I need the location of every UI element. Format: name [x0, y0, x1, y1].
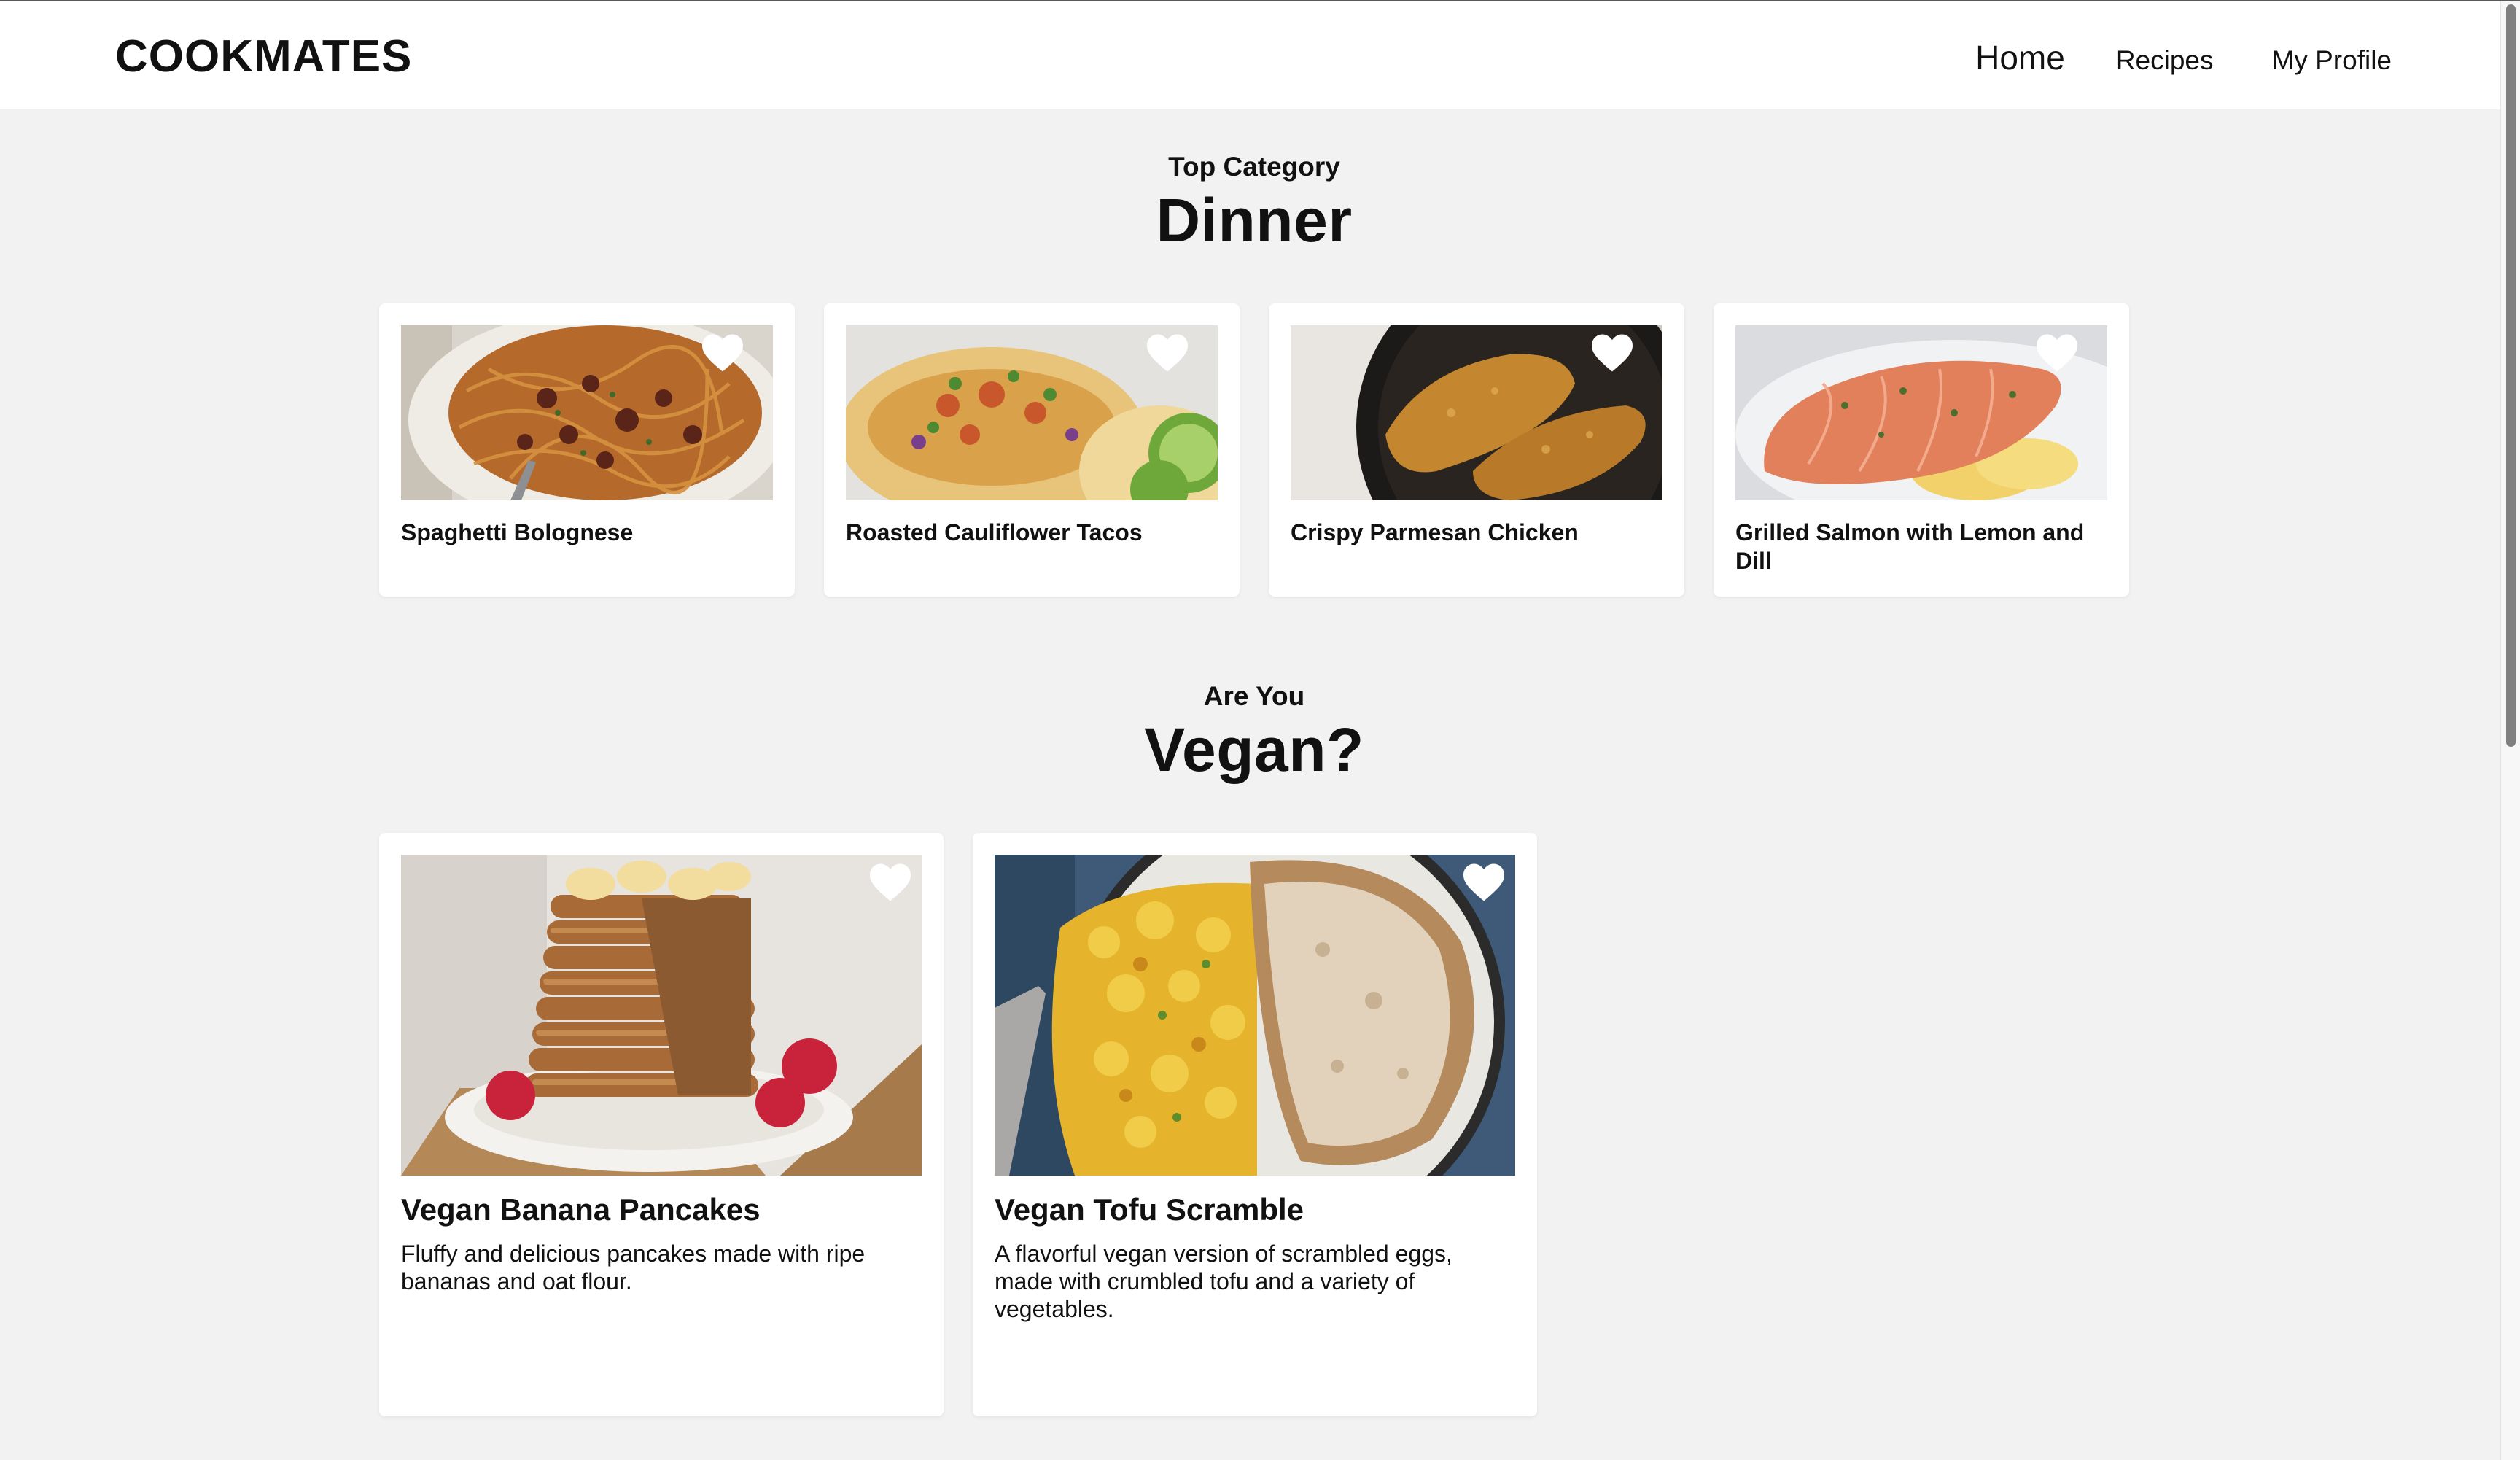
- recipe-title[interactable]: Vegan Banana Pancakes: [401, 1192, 761, 1227]
- tofu-scramble-photo: [995, 855, 1515, 1176]
- nav-home-link[interactable]: Home: [1975, 38, 2065, 77]
- recipe-card-cauliflower-tacos[interactable]: Roasted Cauliflower Tacos: [824, 303, 1240, 597]
- section-title: Vegan?: [1144, 715, 1364, 784]
- heart-icon[interactable]: [1461, 862, 1506, 903]
- recipe-card-grilled-salmon[interactable]: Grilled Salmon with Lemon and Dill: [1714, 303, 2129, 597]
- recipe-card-vegan-banana-pancakes[interactable]: Vegan Banana Pancakes Fluffy and delicio…: [379, 833, 944, 1416]
- banana-pancakes-photo: [401, 855, 922, 1176]
- section-subtitle: Are You: [1203, 681, 1305, 711]
- heart-icon[interactable]: [700, 333, 745, 373]
- vegan-section-heading: Are You Vegan?: [0, 681, 2508, 785]
- recipe-card-spaghetti-bolognese[interactable]: Spaghetti Bolognese: [379, 303, 795, 597]
- recipe-card-parmesan-chicken[interactable]: Crispy Parmesan Chicken: [1269, 303, 1684, 597]
- recipe-description: A flavorful vegan version of scrambled e…: [995, 1240, 1452, 1322]
- heart-icon[interactable]: [1590, 333, 1635, 373]
- section-subtitle: Top Category: [1168, 152, 1340, 182]
- nav-my-profile-link[interactable]: My Profile: [2272, 45, 2392, 76]
- heart-icon[interactable]: [868, 862, 913, 903]
- section-title: Dinner: [1156, 186, 1353, 255]
- heart-icon[interactable]: [2034, 333, 2080, 373]
- site-logo[interactable]: COOKMATES: [115, 31, 412, 82]
- top-header: COOKMATES Home Recipes My Profile: [0, 1, 2501, 109]
- nav-recipes-link[interactable]: Recipes: [2116, 45, 2214, 76]
- recipe-description: Fluffy and delicious pancakes made with …: [401, 1240, 866, 1294]
- main-nav: Home Recipes My Profile: [1924, 38, 2392, 77]
- recipe-image[interactable]: [995, 855, 1515, 1176]
- scrollbar-thumb[interactable]: [2506, 4, 2516, 747]
- vertical-scrollbar[interactable]: [2500, 1, 2520, 1460]
- recipe-title[interactable]: Roasted Cauliflower Tacos: [846, 519, 1218, 547]
- recipe-title[interactable]: Crispy Parmesan Chicken: [1291, 519, 1662, 547]
- recipe-title[interactable]: Spaghetti Bolognese: [401, 519, 773, 547]
- dinner-section-heading: Top Category Dinner: [0, 152, 2508, 256]
- recipe-image[interactable]: [401, 855, 922, 1176]
- heart-icon[interactable]: [1145, 333, 1190, 373]
- page: COOKMATES Home Recipes My Profile Top Ca…: [0, 0, 2520, 1460]
- recipe-card-vegan-tofu-scramble[interactable]: Vegan Tofu Scramble A flavorful vegan ve…: [973, 833, 1537, 1416]
- recipe-title[interactable]: Vegan Tofu Scramble: [995, 1192, 1304, 1227]
- recipe-title[interactable]: Grilled Salmon with Lemon and Dill: [1735, 519, 2107, 575]
